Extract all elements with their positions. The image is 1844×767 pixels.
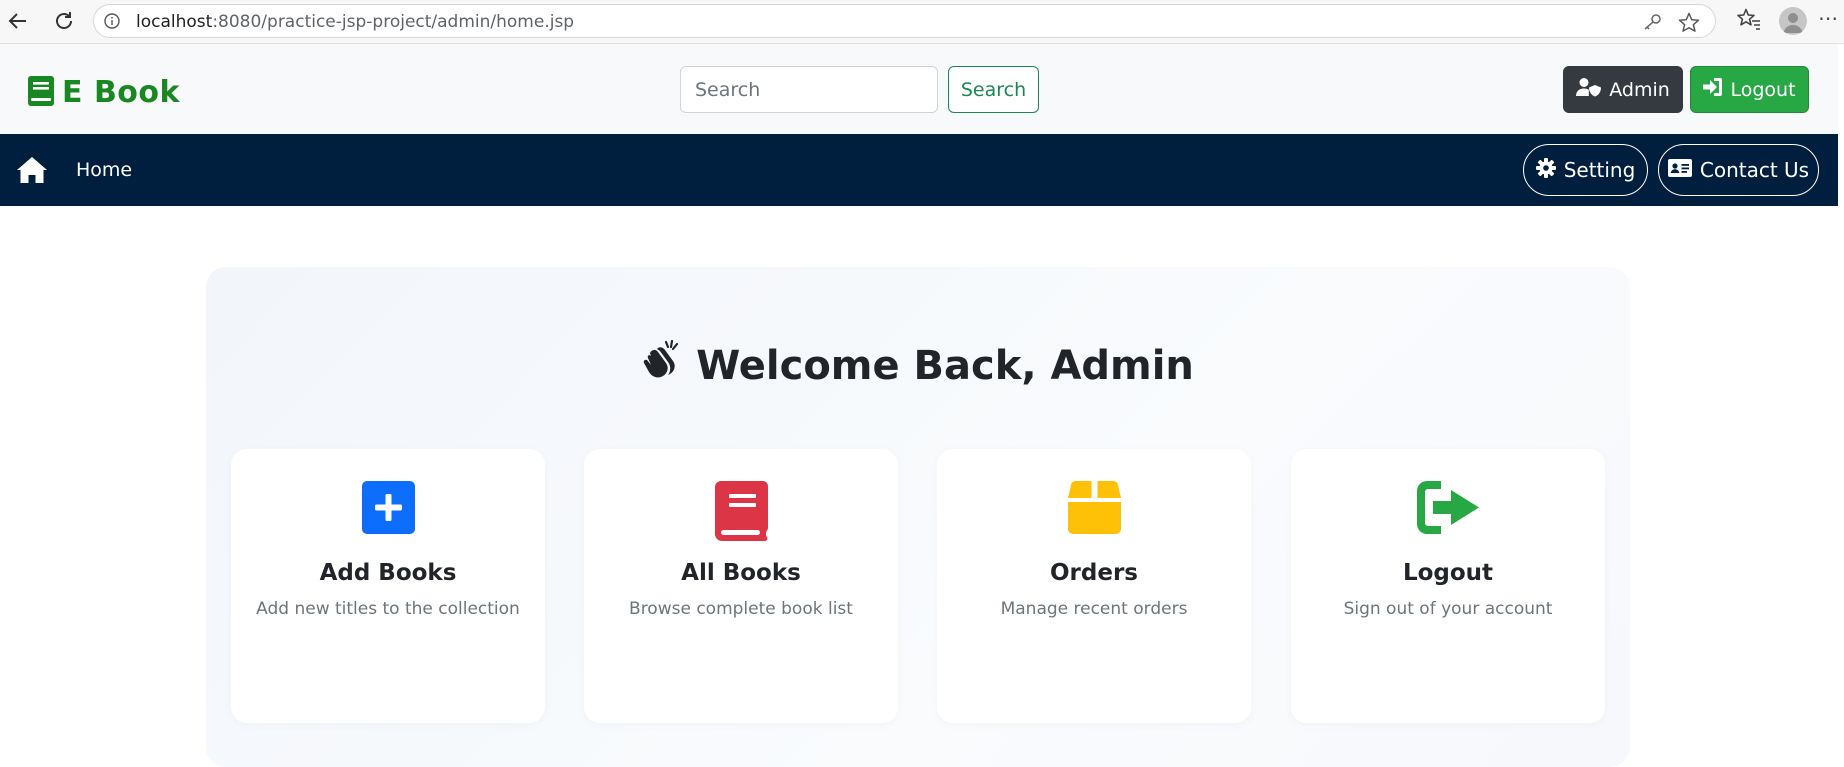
card-subtitle: Manage recent orders bbox=[1000, 599, 1188, 619]
sign-out-icon bbox=[1417, 481, 1479, 541]
setting-button[interactable]: Setting bbox=[1523, 144, 1648, 196]
gear-icon bbox=[1535, 157, 1556, 183]
card-subtitle: Browse complete book list bbox=[629, 599, 853, 619]
setting-label: Setting bbox=[1563, 158, 1636, 182]
site-info-icon[interactable] bbox=[104, 13, 120, 29]
clapping-hands-icon bbox=[642, 336, 684, 396]
welcome-text: Welcome Back, Admin bbox=[696, 343, 1194, 389]
logout-button-label: Logout bbox=[1730, 78, 1796, 101]
main-navbar: Home Setting Contact Us bbox=[0, 134, 1838, 206]
header-logout-button[interactable]: Logout bbox=[1690, 66, 1809, 113]
sign-in-icon bbox=[1703, 77, 1723, 102]
card-subtitle: Add new titles to the collection bbox=[256, 599, 520, 619]
contact-us-label: Contact Us bbox=[1699, 158, 1810, 182]
browser-menu-icon[interactable]: ⋯ bbox=[1818, 8, 1839, 28]
address-card-icon bbox=[1667, 158, 1692, 182]
home-icon[interactable] bbox=[16, 156, 48, 188]
add-books-card[interactable]: Add Books Add new titles to the collecti… bbox=[231, 449, 545, 723]
orders-card[interactable]: Orders Manage recent orders bbox=[937, 449, 1251, 723]
card-title: Add Books bbox=[319, 560, 457, 586]
card-title: Logout bbox=[1402, 560, 1494, 586]
url-text: localhost:8080/practice-jsp-project/admi… bbox=[136, 12, 575, 32]
logout-card[interactable]: Logout Sign out of your account bbox=[1291, 449, 1605, 723]
box-icon bbox=[1067, 481, 1121, 541]
profile-avatar-icon[interactable] bbox=[1779, 7, 1807, 35]
browser-toolbar: localhost:8080/practice-jsp-project/admi… bbox=[0, 0, 1844, 44]
brand-logo[interactable]: E Book bbox=[28, 76, 180, 110]
admin-button[interactable]: Admin bbox=[1563, 66, 1683, 113]
reload-icon[interactable] bbox=[50, 7, 78, 35]
search-button[interactable]: Search bbox=[948, 66, 1039, 113]
admin-button-label: Admin bbox=[1609, 78, 1670, 101]
address-bar[interactable]: localhost:8080/practice-jsp-project/admi… bbox=[93, 4, 1716, 38]
book-icon bbox=[714, 481, 768, 541]
contact-us-button[interactable]: Contact Us bbox=[1658, 144, 1819, 196]
card-title: Orders bbox=[1050, 560, 1138, 586]
password-key-icon[interactable] bbox=[1642, 13, 1662, 35]
user-shield-icon bbox=[1576, 77, 1602, 102]
all-books-card[interactable]: All Books Browse complete book list bbox=[584, 449, 898, 723]
site-header: E Book Search Admin Logout bbox=[0, 44, 1839, 134]
book-logo-icon bbox=[28, 76, 54, 110]
card-title: All Books bbox=[681, 560, 801, 586]
scrollbar-track[interactable] bbox=[1838, 44, 1844, 749]
bookmark-star-icon[interactable] bbox=[1678, 12, 1700, 36]
search-input[interactable] bbox=[680, 66, 938, 113]
card-subtitle: Sign out of your account bbox=[1343, 599, 1553, 619]
favorites-icon[interactable] bbox=[1737, 8, 1761, 34]
brand-name: E Book bbox=[62, 75, 180, 110]
nav-home-link[interactable]: Home bbox=[76, 158, 132, 182]
plus-square-icon bbox=[361, 481, 415, 541]
back-icon[interactable] bbox=[4, 7, 32, 35]
welcome-heading: Welcome Back, Admin bbox=[206, 336, 1630, 396]
